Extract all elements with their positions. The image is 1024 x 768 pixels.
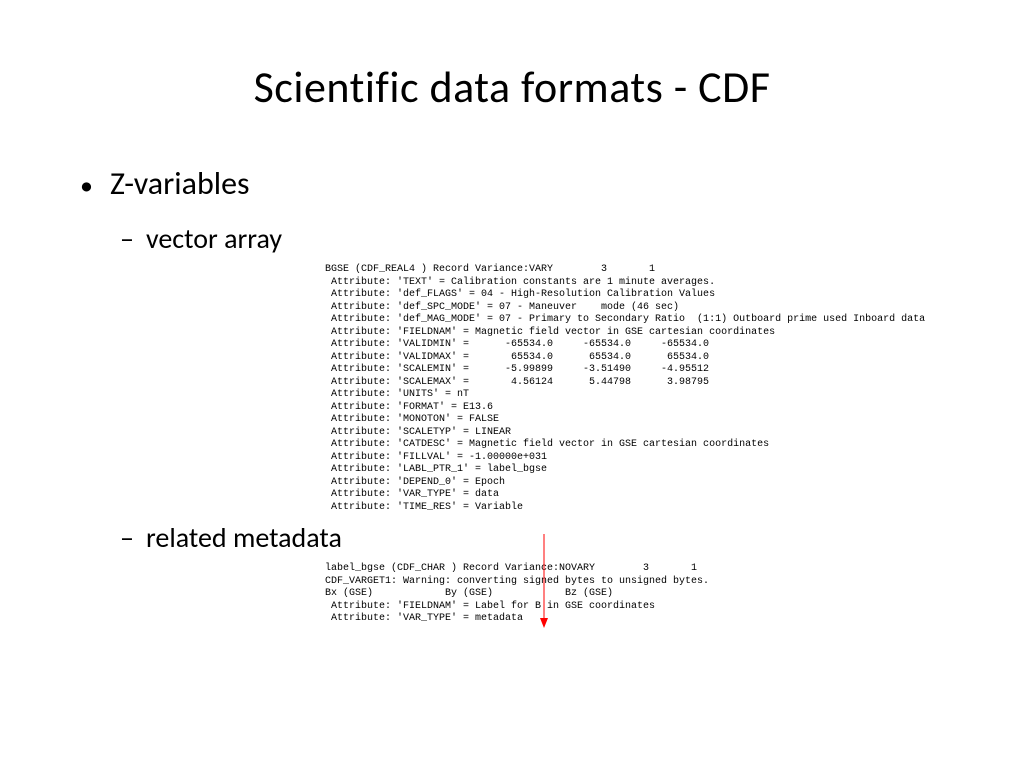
bullet-text: related metadata [146,520,342,555]
code-block-label-bgse: label_bgse (CDF_CHAR ) Record Variance:N… [325,563,1024,626]
bullet-level2-vector: – vector array [80,221,1024,256]
bullet-level1: • Z-variables [80,164,1024,203]
code-block-bgse: BGSE (CDF_REAL4 ) Record Variance:VARY 3… [325,264,1024,514]
bullet-marker: • [80,169,110,201]
bullet-level2-metadata: – related metadata [80,520,1024,555]
slide-title: Scientific data formats - CDF [0,0,1024,114]
dash-marker: – [120,520,146,555]
slide-body: • Z-variables – vector array BGSE (CDF_R… [0,114,1024,626]
bullet-text: Z-variables [110,164,250,203]
dash-marker: – [120,221,146,256]
bullet-text: vector array [146,221,282,256]
